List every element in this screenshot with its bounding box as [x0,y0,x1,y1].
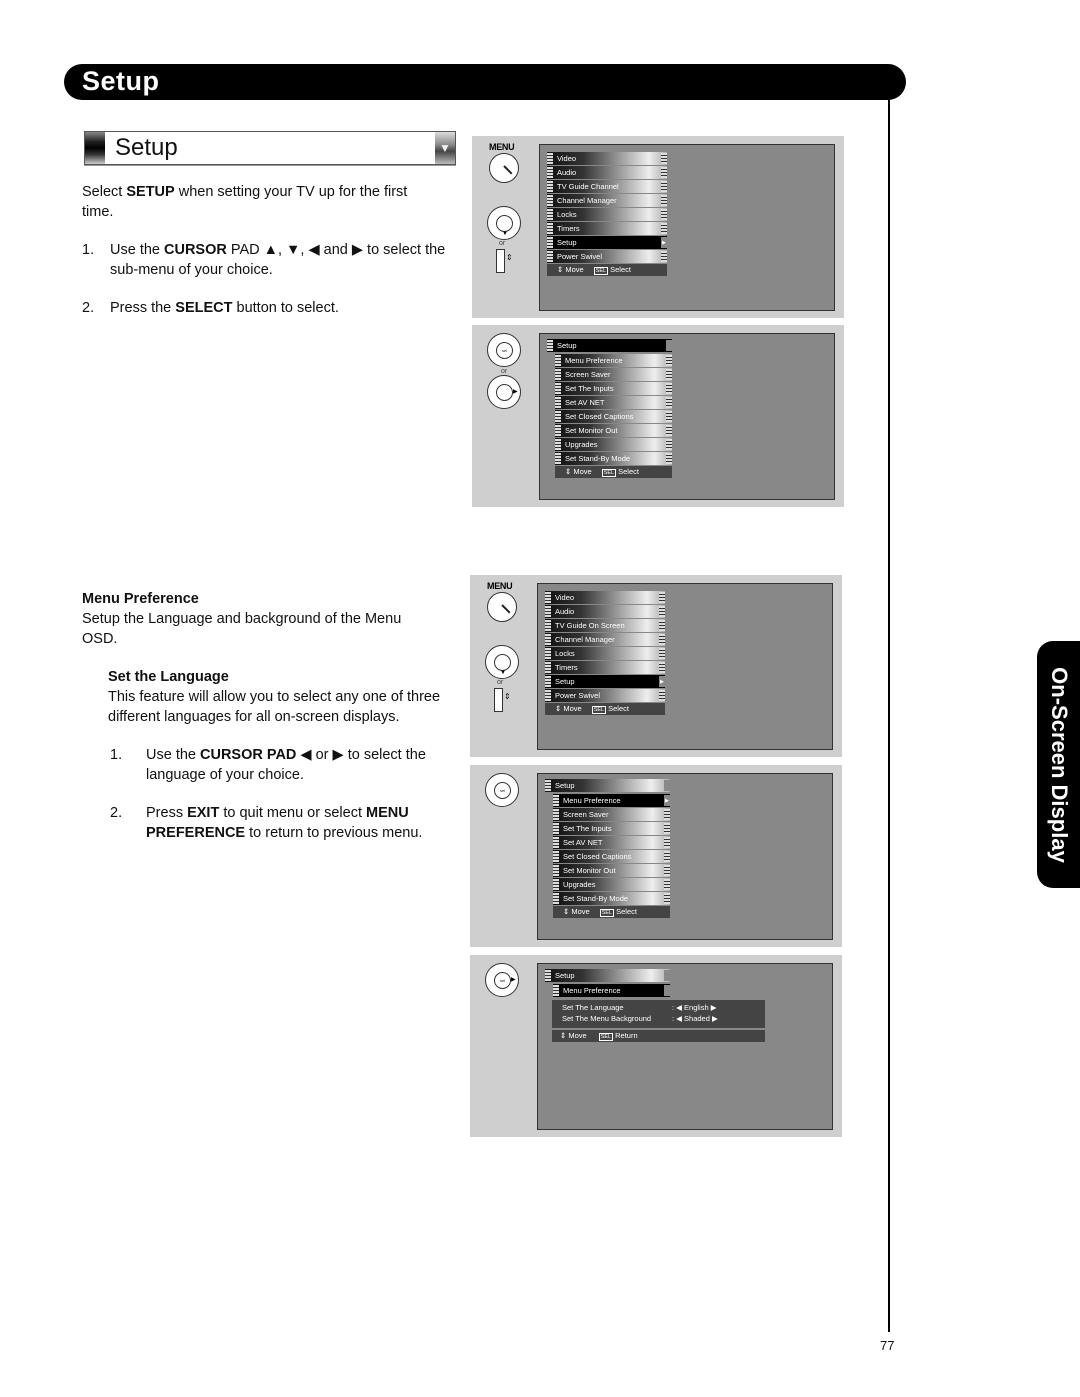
language-step-2: 2. Press EXIT to quit menu or select MEN… [110,805,423,841]
tv-screen: Setup Menu Preference ▶ Screen Saver Set The… [537,773,833,940]
select-button-icon: sel [485,773,519,807]
osd-figure-main-menu-2: MENU ▼ or ⇕ Video Audio TV Guide On Screen… [470,575,842,757]
osd-menu-item[interactable]: Audio [545,605,665,618]
osd-setup-menu: Setup Menu Preference Screen Saver Set The … [547,339,672,478]
osd-figure-main-menu: MENU ▼ or ⇕ Video Audio TV Guide Channel Ch… [472,136,844,318]
setup-menu-banner: Setup ▼ [84,131,456,165]
osd-footer: ⇕ Move SEL Select [545,703,665,715]
setup-banner-label: Setup [115,134,178,161]
set-language-heading: Set the Language [108,669,229,685]
osd-menu-item[interactable]: Set The Inputs [555,382,672,395]
osd-main-menu: Video Audio TV Guide On Screen Channel Mana… [545,591,665,715]
pref-label: Set The Language [562,1003,624,1012]
osd-menu-item[interactable]: Channel Manager [545,633,665,646]
osd-figure-menu-preference: sel ▶ Setup Menu Preference Set The Langu… [470,955,842,1137]
intro-step-2: 2. Press the SELECT button to select. [82,300,339,316]
pref-row[interactable]: Set The Language : ◀ English ▶ [552,1002,765,1013]
osd-menu-item[interactable]: Menu Preference [555,354,672,367]
select-right-button-icon: sel ▶ [485,963,519,997]
osd-footer: ⇕ Move SEL Select [547,264,667,276]
osd-menu-item[interactable]: Screen Saver [555,368,672,381]
side-tab: On-Screen Display [1037,641,1080,888]
chevron-down-icon: ▼ [435,132,455,164]
tv-screen: Video Audio TV Guide On Screen Channel Mana… [537,583,833,750]
tv-screen: Setup Menu Preference Screen Saver Set The … [539,333,835,500]
osd-menu-item[interactable]: Power Swivel [547,250,667,263]
osd-menu-item[interactable]: Set Stand-By Mode [555,452,672,465]
osd-menu-item[interactable]: Upgrades [553,878,670,891]
osd-menu-item[interactable]: Screen Saver [553,808,670,821]
menu-button-icon [489,153,519,183]
osd-main-menu: Video Audio TV Guide Channel Channel Manage… [547,152,667,276]
menu-button-label: MENU [489,142,515,152]
osd-menu-item[interactable]: Menu Preference ▶ [553,794,670,807]
tv-screen: Video Audio TV Guide Channel Channel Manage… [539,144,835,311]
osd-figure-setup-menu-2: sel Setup Menu Preference ▶ Screen Saver Set… [470,765,842,947]
menu-preference-heading: Menu Preference [82,591,199,607]
osd-menu-item[interactable]: Locks [545,647,665,660]
section-header: Setup [64,64,906,100]
pref-row[interactable]: Set The Menu Background : ◀ Shaded ▶ [552,1013,765,1024]
osd-menu-preference: Setup Menu Preference [545,969,670,997]
osd-menu-item[interactable]: Audio [547,166,667,179]
osd-menu-item[interactable]: Video [547,152,667,165]
osd-setup-header: Setup [547,339,672,352]
osd-menu-item[interactable]: Set The Inputs [553,822,670,835]
osd-menu-item[interactable]: Timers [547,222,667,235]
divider [888,100,890,1332]
bar-cap-icon [85,132,105,164]
osd-menu-item[interactable]: Set AV NET [553,836,670,849]
tv-screen: Setup Menu Preference Set The Language : … [537,963,833,1130]
osd-setup-header: Setup [545,779,670,792]
osd-menu-item[interactable]: Set Monitor Out [553,864,670,877]
osd-menu-item[interactable]: Locks [547,208,667,221]
osd-footer: ⇕ Move SEL Return [552,1030,765,1042]
channel-rocker-icon [496,249,505,273]
pref-label: Set The Menu Background [562,1014,652,1023]
menu-preference-desc: Setup the Language and background of the… [82,611,402,647]
osd-menu-item[interactable]: TV Guide On Screen [545,619,665,632]
cursor-pad-right-icon: ▶ [487,375,521,409]
cursor-pad-icon: ▼ [487,206,521,240]
intro-paragraph: Select SETUP when setting your TV up for… [82,184,408,220]
side-tab-label: On-Screen Display [1046,666,1072,863]
osd-menu-item[interactable]: Power Swivel [545,689,665,702]
section-title: Setup [82,66,160,96]
up-down-icon: ⇕ [506,253,513,262]
pref-value: : ◀ English ▶ [672,1003,717,1012]
or-label: or [499,240,506,247]
osd-pref-header: Menu Preference [553,984,670,997]
osd-figure-setup-menu: sel or ▶ Setup Menu Preference Screen Save… [472,325,844,507]
osd-menu-item[interactable]: Setup ▶ [545,675,665,688]
channel-rocker-icon [494,688,503,712]
osd-menu-item[interactable]: Set AV NET [555,396,672,409]
osd-menu-item[interactable]: Set Closed Captions [555,410,672,423]
intro-step-1: 1. Use the CURSOR PAD ▲, ▼, ◀ and ▶ to s… [82,242,446,278]
or-label: or [501,368,508,375]
osd-menu-item[interactable]: Setup ▶ [547,236,667,249]
language-step-1: 1. Use the CURSOR PAD ◀ or ▶ to select t… [110,747,426,783]
pref-value: : ◀ Shaded ▶ [672,1014,718,1023]
or-label: or [497,679,504,686]
pref-settings: Set The Language: ◀ English ▶ Set The Men… [552,1000,765,1028]
osd-menu-item[interactable]: Timers [545,661,665,674]
cursor-pad-icon: ▼ [485,645,519,679]
osd-footer: ⇕ Move SEL Select [555,466,672,478]
osd-menu-item[interactable]: Set Closed Captions [553,850,670,863]
menu-button-label: MENU [487,581,513,591]
up-down-icon: ⇕ [504,692,511,701]
osd-setup-header: Setup [545,969,670,982]
osd-menu-item[interactable]: Video [545,591,665,604]
osd-footer: ⇕ Move SEL Select [553,906,670,918]
osd-menu-item[interactable]: Set Monitor Out [555,424,672,437]
menu-button-icon [487,592,517,622]
select-button-icon: sel [487,333,521,367]
page-number: 77 [880,1338,895,1353]
set-language-desc: This feature will allow you to select an… [108,689,441,725]
osd-menu-item[interactable]: Upgrades [555,438,672,451]
osd-menu-item[interactable]: Channel Manager [547,194,667,207]
osd-menu-item[interactable]: Set Stand-By Mode [553,892,670,905]
osd-menu-item[interactable]: TV Guide Channel [547,180,667,193]
osd-setup-menu: Setup Menu Preference ▶ Screen Saver Set The… [545,779,670,918]
